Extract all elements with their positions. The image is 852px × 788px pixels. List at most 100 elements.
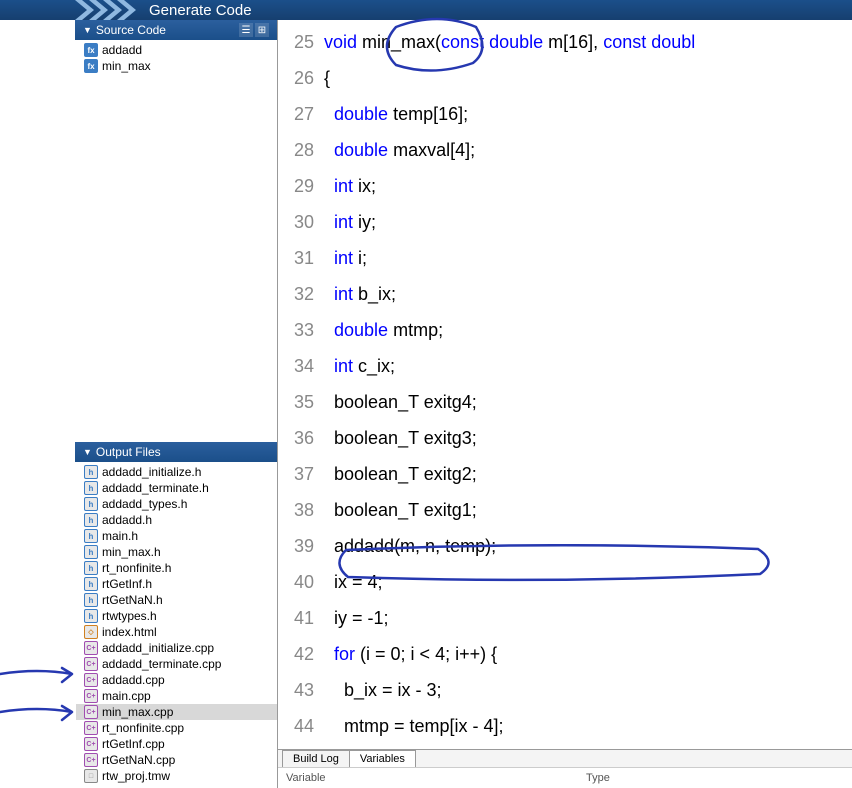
line-number: 40 — [278, 564, 324, 600]
code-line[interactable]: 41 iy = -1; — [278, 600, 852, 636]
tree-item-label: min_max.h — [102, 545, 161, 559]
output-file-item[interactable]: C+addadd_initialize.cpp — [84, 640, 277, 656]
output-file-item[interactable]: haddadd_terminate.h — [84, 480, 277, 496]
list-view-icon[interactable]: ☰ — [239, 23, 253, 37]
bottom-tabs: Build LogVariables — [278, 750, 852, 767]
code-text: void min_max(const double m[16], const d… — [324, 24, 695, 60]
line-number: 36 — [278, 420, 324, 456]
output-file-item[interactable]: C+rt_nonfinite.cpp — [84, 720, 277, 736]
code-line[interactable]: 30 int iy; — [278, 204, 852, 240]
code-text: double mtmp; — [324, 312, 443, 348]
code-line[interactable]: 33 double mtmp; — [278, 312, 852, 348]
tree-item-label: rtGetNaN.h — [102, 593, 163, 607]
output-file-item[interactable]: C+ min_max.cpp — [76, 704, 277, 720]
html-file-icon: ◇ — [84, 625, 98, 639]
code-line[interactable]: 32 int b_ix; — [278, 276, 852, 312]
tree-view-icon[interactable]: ⊞ — [255, 23, 269, 37]
f-file-icon: fx — [84, 43, 98, 57]
output-file-item[interactable]: h rtwtypes.h — [84, 608, 277, 624]
code-line[interactable]: 37 boolean_T exitg2; — [278, 456, 852, 492]
code-line[interactable]: 27 double temp[16]; — [278, 96, 852, 132]
app-header: Generate Code — [0, 0, 852, 20]
line-number: 31 — [278, 240, 324, 276]
tree-item-label: main.cpp — [102, 689, 151, 703]
tree-item-label: addadd — [102, 43, 142, 57]
line-number: 26 — [278, 60, 324, 96]
code-line[interactable]: 36 boolean_T exitg3; — [278, 420, 852, 456]
code-text: int iy; — [324, 204, 376, 240]
f-file-icon: fx — [84, 59, 98, 73]
code-editor[interactable]: 25void min_max(const double m[16], const… — [278, 20, 852, 749]
tree-item-label: min_max.cpp — [102, 705, 173, 719]
output-file-item[interactable]: h rtGetNaN.h — [84, 592, 277, 608]
code-text: double maxval[4]; — [324, 132, 475, 168]
source-item[interactable]: fx min_max — [84, 58, 277, 74]
bottom-tab[interactable]: Variables — [349, 750, 416, 767]
output-file-item[interactable]: C+ rtGetInf.cpp — [84, 736, 277, 752]
output-file-item[interactable]: □ rtw_proj.tmw — [84, 768, 277, 784]
output-file-item[interactable]: h rt_nonfinite.h — [84, 560, 277, 576]
cpp-file-icon: C+ — [84, 705, 98, 719]
bottom-tab[interactable]: Build Log — [282, 750, 350, 767]
cpp-file-icon: C+ — [84, 673, 98, 687]
output-file-item[interactable]: C+addadd.cpp — [84, 672, 277, 688]
code-text: boolean_T exitg3; — [324, 420, 477, 456]
output-files-panel-header[interactable]: ▼Output Files — [75, 442, 277, 462]
line-number: 35 — [278, 384, 324, 420]
code-text: double temp[16]; — [324, 96, 468, 132]
output-file-item[interactable]: hmin_max.h — [84, 544, 277, 560]
code-line[interactable]: 38 boolean_T exitg1; — [278, 492, 852, 528]
tree-item-label: rtGetNaN.cpp — [102, 753, 175, 767]
output-file-item[interactable]: h addadd.h — [84, 512, 277, 528]
code-line[interactable]: 29 int ix; — [278, 168, 852, 204]
code-line[interactable]: 44 mtmp = temp[ix - 4]; — [278, 708, 852, 744]
output-file-item[interactable]: hmain.h — [84, 528, 277, 544]
cpp-file-icon: C+ — [84, 737, 98, 751]
sidebar: ▼Source Code ☰ ⊞ fx addadd fx min_max ▼Outp… — [0, 20, 278, 788]
tree-item-label: min_max — [102, 59, 151, 73]
code-text: b_ix = ix - 3; — [324, 672, 442, 708]
code-line[interactable]: 26{ — [278, 60, 852, 96]
tree-item-label: addadd.h — [102, 513, 152, 527]
code-line[interactable]: 31 int i; — [278, 240, 852, 276]
output-file-item[interactable]: C+main.cpp — [84, 688, 277, 704]
h-file-icon: h — [84, 561, 98, 575]
code-line[interactable]: 25void min_max(const double m[16], const… — [278, 24, 852, 60]
line-number: 32 — [278, 276, 324, 312]
h-file-icon: h — [84, 593, 98, 607]
tree-item-label: rtwtypes.h — [102, 609, 157, 623]
code-line[interactable]: 42 for (i = 0; i < 4; i++) { — [278, 636, 852, 672]
tmw-file-icon: □ — [84, 769, 98, 783]
code-text: iy = -1; — [324, 600, 389, 636]
output-file-item[interactable]: hrtGetInf.h — [84, 576, 277, 592]
output-file-item[interactable]: ◇index.html — [84, 624, 277, 640]
collapse-triangle-icon: ▼ — [83, 25, 92, 35]
code-line[interactable]: 34 int c_ix; — [278, 348, 852, 384]
code-line[interactable]: 40 ix = 4; — [278, 564, 852, 600]
code-line[interactable]: 43 b_ix = ix - 3; — [278, 672, 852, 708]
code-line[interactable]: 39 addadd(m, n, temp); — [278, 528, 852, 564]
line-number: 44 — [278, 708, 324, 744]
code-text: int i; — [324, 240, 367, 276]
tree-item-label: rtGetInf.cpp — [102, 737, 165, 751]
code-text: mtmp = temp[ix - 4]; — [324, 708, 504, 744]
h-file-icon: h — [84, 513, 98, 527]
output-file-item[interactable]: haddadd_types.h — [84, 496, 277, 512]
output-file-item[interactable]: haddadd_initialize.h — [84, 464, 277, 480]
tree-item-label: rtw_proj.tmw — [102, 769, 170, 783]
tree-item-label: rt_nonfinite.h — [102, 561, 171, 575]
code-line[interactable]: 28 double maxval[4]; — [278, 132, 852, 168]
source-item[interactable]: fx addadd — [84, 42, 277, 58]
output-file-item[interactable]: C+addadd_terminate.cpp — [84, 656, 277, 672]
output-file-item[interactable]: C+rtGetNaN.cpp — [84, 752, 277, 768]
line-number: 43 — [278, 672, 324, 708]
code-line[interactable]: 35 boolean_T exitg4; — [278, 384, 852, 420]
h-file-icon: h — [84, 609, 98, 623]
source-code-panel-header[interactable]: ▼Source Code ☰ ⊞ — [75, 20, 277, 40]
chevron-stripes-icon — [75, 0, 143, 20]
tree-item-label: addadd_terminate.cpp — [102, 657, 221, 671]
code-text: { — [324, 60, 330, 96]
line-number: 33 — [278, 312, 324, 348]
tree-item-label: main.h — [102, 529, 138, 543]
code-text: boolean_T exitg4; — [324, 384, 477, 420]
